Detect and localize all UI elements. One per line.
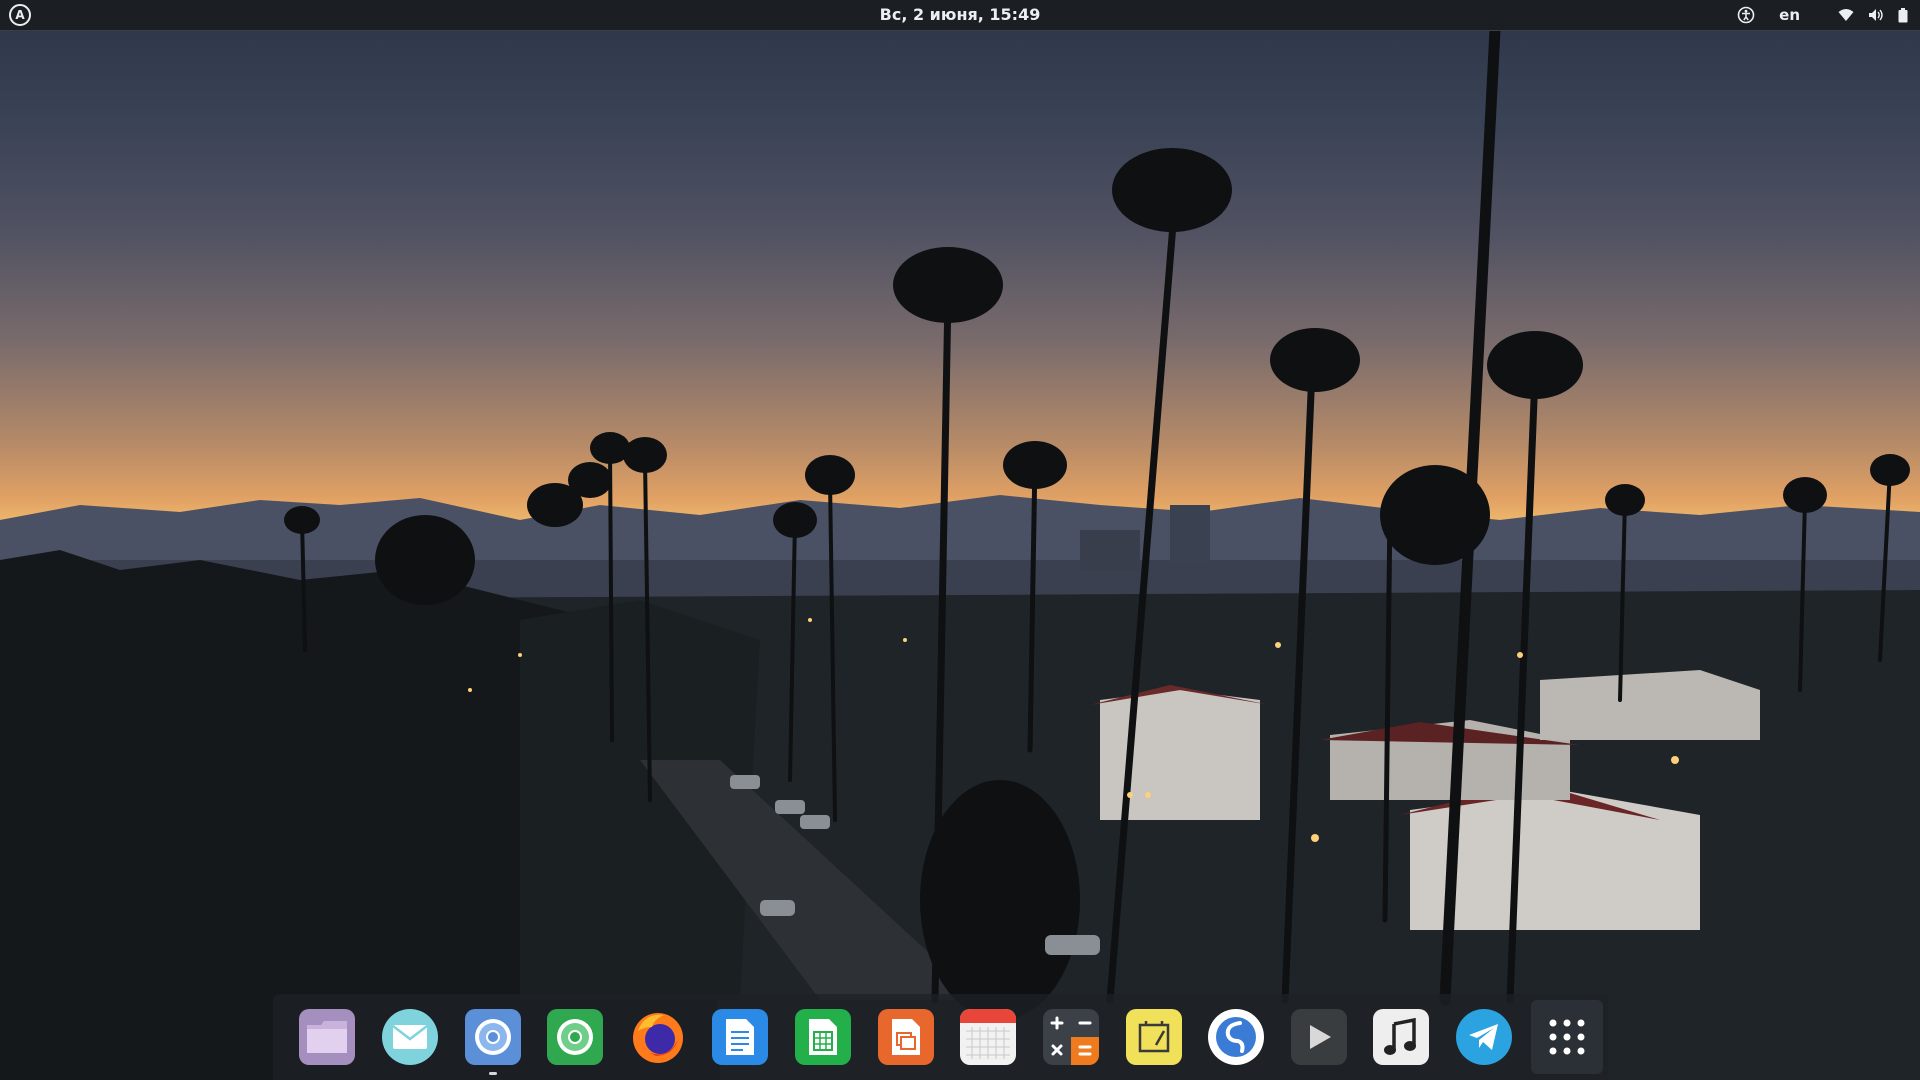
dock-item-calculator[interactable]	[1030, 994, 1113, 1080]
clock-label: Вс, 2 июня, 15:49	[879, 5, 1041, 24]
presentation-icon	[877, 1009, 934, 1065]
calendar-icon	[960, 1009, 1017, 1065]
dock-item-video[interactable]	[1278, 994, 1361, 1080]
chrome-icon	[547, 1009, 604, 1065]
wallpaper	[0, 24, 1920, 1080]
dock-item-calendar[interactable]	[947, 994, 1030, 1080]
running-indicator	[488, 1072, 497, 1075]
dock-item-notes[interactable]	[1112, 994, 1195, 1080]
wifi-icon	[1838, 8, 1854, 22]
dock-item-impress[interactable]	[864, 994, 947, 1080]
dock-item-show-applications[interactable]	[1525, 994, 1608, 1080]
chromium-icon	[464, 1009, 521, 1065]
dock-item-mail[interactable]	[369, 994, 452, 1080]
accessibility-icon[interactable]	[1737, 6, 1755, 24]
dock-item-simplenote[interactable]	[1195, 994, 1278, 1080]
dock-item-firefox[interactable]	[617, 994, 700, 1080]
document-icon	[712, 1009, 769, 1065]
dock-item-chrome[interactable]	[534, 994, 617, 1080]
dock	[273, 994, 1608, 1080]
dock-item-writer[interactable]	[699, 994, 782, 1080]
keyboard-layout-indicator[interactable]: en	[1779, 6, 1800, 24]
desktop[interactable]: A Вс, 2 июня, 15:49 en	[0, 0, 1920, 1080]
firefox-icon	[630, 1009, 686, 1065]
telegram-icon	[1456, 1009, 1513, 1065]
dock-item-chromium[interactable]	[451, 994, 534, 1080]
volume-icon	[1868, 8, 1884, 22]
dock-item-telegram[interactable]	[1443, 994, 1526, 1080]
notes-icon	[1125, 1009, 1182, 1065]
system-tray[interactable]: en	[1737, 0, 1908, 30]
clock[interactable]: Вс, 2 июня, 15:49	[0, 0, 1920, 30]
dock-item-music[interactable]	[1360, 994, 1443, 1080]
battery-icon	[1898, 7, 1908, 23]
app-grid-icon	[1530, 1000, 1603, 1074]
calculator-icon	[1042, 1009, 1099, 1065]
simplenote-icon	[1208, 1009, 1265, 1065]
dock-item-calc[interactable]	[782, 994, 865, 1080]
folder-icon	[299, 1009, 356, 1065]
mail-icon	[381, 1009, 438, 1065]
play-icon	[1290, 1009, 1347, 1065]
top-bar: A Вс, 2 июня, 15:49 en	[0, 0, 1920, 31]
spreadsheet-icon	[795, 1009, 852, 1065]
dock-item-files[interactable]	[286, 994, 369, 1080]
music-icon	[1373, 1009, 1430, 1065]
